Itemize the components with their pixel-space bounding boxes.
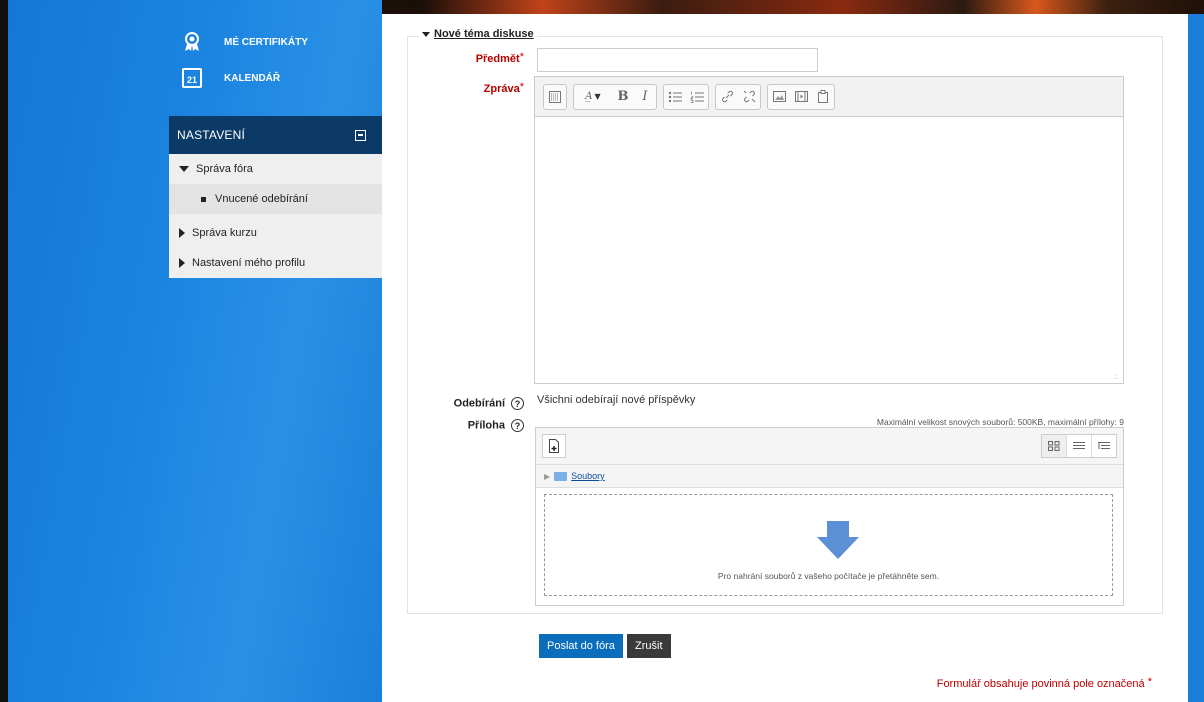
path-arrow-icon: ▶ [544, 471, 551, 481]
numbered-list-icon[interactable] [686, 85, 708, 109]
fieldset-legend[interactable]: Nové téma diskuse [419, 28, 537, 40]
left-edge [0, 0, 8, 702]
icons-view-icon[interactable] [1042, 435, 1066, 457]
award-icon [182, 32, 202, 52]
subscription-value: Všichni odebírají nové příspěvky [537, 394, 696, 406]
legend-title: Nové téma diskuse [434, 28, 534, 40]
settings-item-profile-settings[interactable]: Nastavení mého profilu [169, 248, 382, 278]
italic-icon[interactable]: I [634, 85, 656, 109]
subscription-label: Odebírání? [440, 397, 524, 410]
file-path-bar: ▶ Soubory [536, 465, 1123, 488]
media-icon[interactable] [790, 85, 812, 109]
message-label-text: Zpráva [483, 83, 520, 95]
settings-item-forced-subscription[interactable]: Vnucené odebírání [169, 184, 382, 214]
attachment-label: Příloha? [440, 419, 524, 432]
toolbar-toggle-icon[interactable] [544, 85, 566, 109]
resize-handle-icon[interactable]: .: [1113, 373, 1121, 381]
nav-calendar-label: KALENDÁŘ [224, 72, 281, 84]
collapsed-arrow-icon [179, 258, 185, 268]
required-fields-note: Formulář obsahuje povinná pole označená … [936, 676, 1152, 690]
settings-block-header: NASTAVENÍ [169, 116, 382, 154]
settings-item-label: Správa kurzu [192, 227, 257, 239]
expanded-arrow-icon [422, 31, 430, 37]
editor-toolbar: A̲ ▼ B I [535, 77, 1123, 117]
required-mark: * [519, 51, 524, 63]
font-style-dropdown-icon[interactable]: A̲ ▼ [574, 85, 612, 109]
settings-block: NASTAVENÍ Správa fóra Vnucené odebírání … [169, 116, 382, 286]
subject-label: Předmět* [440, 51, 524, 65]
sidebar-background [8, 0, 382, 702]
image-icon[interactable] [768, 85, 790, 109]
submit-button[interactable]: Poslat do fóra [539, 634, 623, 658]
help-icon[interactable]: ? [511, 419, 524, 432]
message-editor[interactable]: A̲ ▼ B I .: [534, 76, 1124, 384]
max-size-info: Maximální velikost snových souborů: 500K… [876, 417, 1124, 427]
bullet-icon [201, 196, 206, 202]
nav-certificates-label: MÉ CERTIFIKÁTY [224, 36, 308, 48]
message-label: Zpráva* [440, 81, 524, 95]
required-mark: * [519, 81, 524, 93]
settings-item-label: Vnucené odebírání [215, 193, 308, 205]
collapsed-arrow-icon [179, 228, 185, 238]
toolbar-group [543, 83, 567, 110]
list-view-icon[interactable] [1066, 435, 1091, 457]
files-folder-link[interactable]: Soubory [571, 471, 605, 481]
bullet-list-icon[interactable] [664, 85, 686, 109]
manage-files-icon[interactable] [812, 85, 834, 109]
unlink-icon[interactable] [738, 85, 760, 109]
toolbar-group [767, 83, 835, 110]
right-edge-background [1188, 14, 1204, 702]
required-note-text: Formulář obsahuje povinná pole označená [936, 678, 1145, 690]
toolbar-group: A̲ ▼ B I [573, 83, 657, 110]
tree-view-icon[interactable] [1091, 435, 1116, 457]
dropzone-text: Pro nahrání souborů z vašeho počítače je… [717, 571, 940, 581]
settings-item-label: Nastavení mého profilu [192, 257, 306, 269]
subject-label-text: Předmět [475, 53, 520, 65]
nav-item-certificates[interactable]: MÉ CERTIFIKÁTY [182, 32, 308, 52]
link-icon[interactable] [716, 85, 738, 109]
required-mark: * [1147, 676, 1152, 688]
calendar-day: 21 [186, 74, 197, 85]
add-file-icon[interactable] [542, 434, 566, 458]
expanded-arrow-icon [179, 166, 189, 172]
file-manager: ▶ Soubory Pro nahrání souborů z vašeho p… [535, 427, 1124, 606]
subscription-label-text: Odebírání [453, 397, 505, 410]
settings-block-title: NASTAVENÍ [177, 128, 246, 142]
subject-input[interactable] [537, 48, 818, 72]
file-manager-toolbar [536, 428, 1123, 465]
settings-item-forum-admin[interactable]: Správa fóra [169, 154, 382, 184]
collapse-icon[interactable] [355, 129, 366, 141]
view-switcher [1041, 434, 1117, 458]
help-icon[interactable]: ? [511, 397, 524, 410]
settings-item-course-admin[interactable]: Správa kurzu [169, 218, 382, 248]
cancel-button[interactable]: Zrušit [627, 634, 671, 658]
toolbar-group [715, 83, 761, 110]
calendar-icon: 21 [182, 68, 202, 88]
nav-item-calendar[interactable]: 21 KALENDÁŘ [182, 68, 280, 88]
bold-icon[interactable]: B [612, 85, 634, 109]
download-arrow-icon [817, 521, 859, 559]
attachment-label-text: Příloha [467, 419, 505, 432]
folder-icon [554, 471, 568, 481]
settings-item-label: Správa fóra [196, 163, 253, 175]
file-dropzone[interactable]: Pro nahrání souborů z vašeho počítače je… [544, 494, 1113, 596]
toolbar-group [663, 83, 709, 110]
